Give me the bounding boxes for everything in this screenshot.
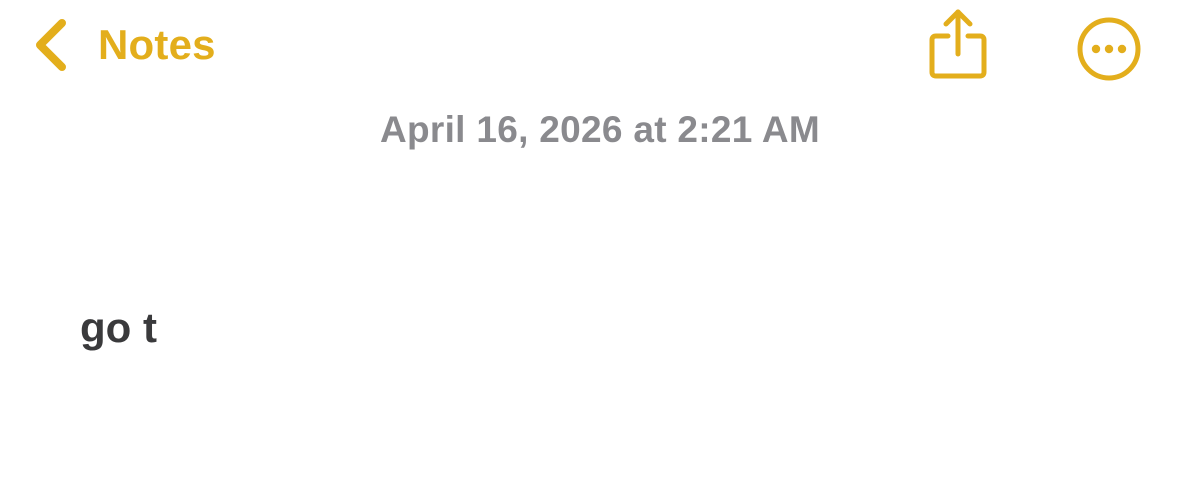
back-button[interactable]: Notes [28, 12, 216, 78]
chevron-left-icon [36, 19, 66, 71]
note-body-editor[interactable]: go t [80, 300, 1140, 360]
note-date: April 16, 2026 at 2:21 AM [379, 109, 821, 150]
ellipsis-circle-icon[interactable] [1074, 14, 1144, 84]
navigation-bar: Notes [0, 0, 1200, 95]
share-icon[interactable] [926, 6, 990, 80]
note-body-text[interactable]: go t [80, 300, 1140, 356]
back-button-label: Notes [98, 21, 216, 68]
